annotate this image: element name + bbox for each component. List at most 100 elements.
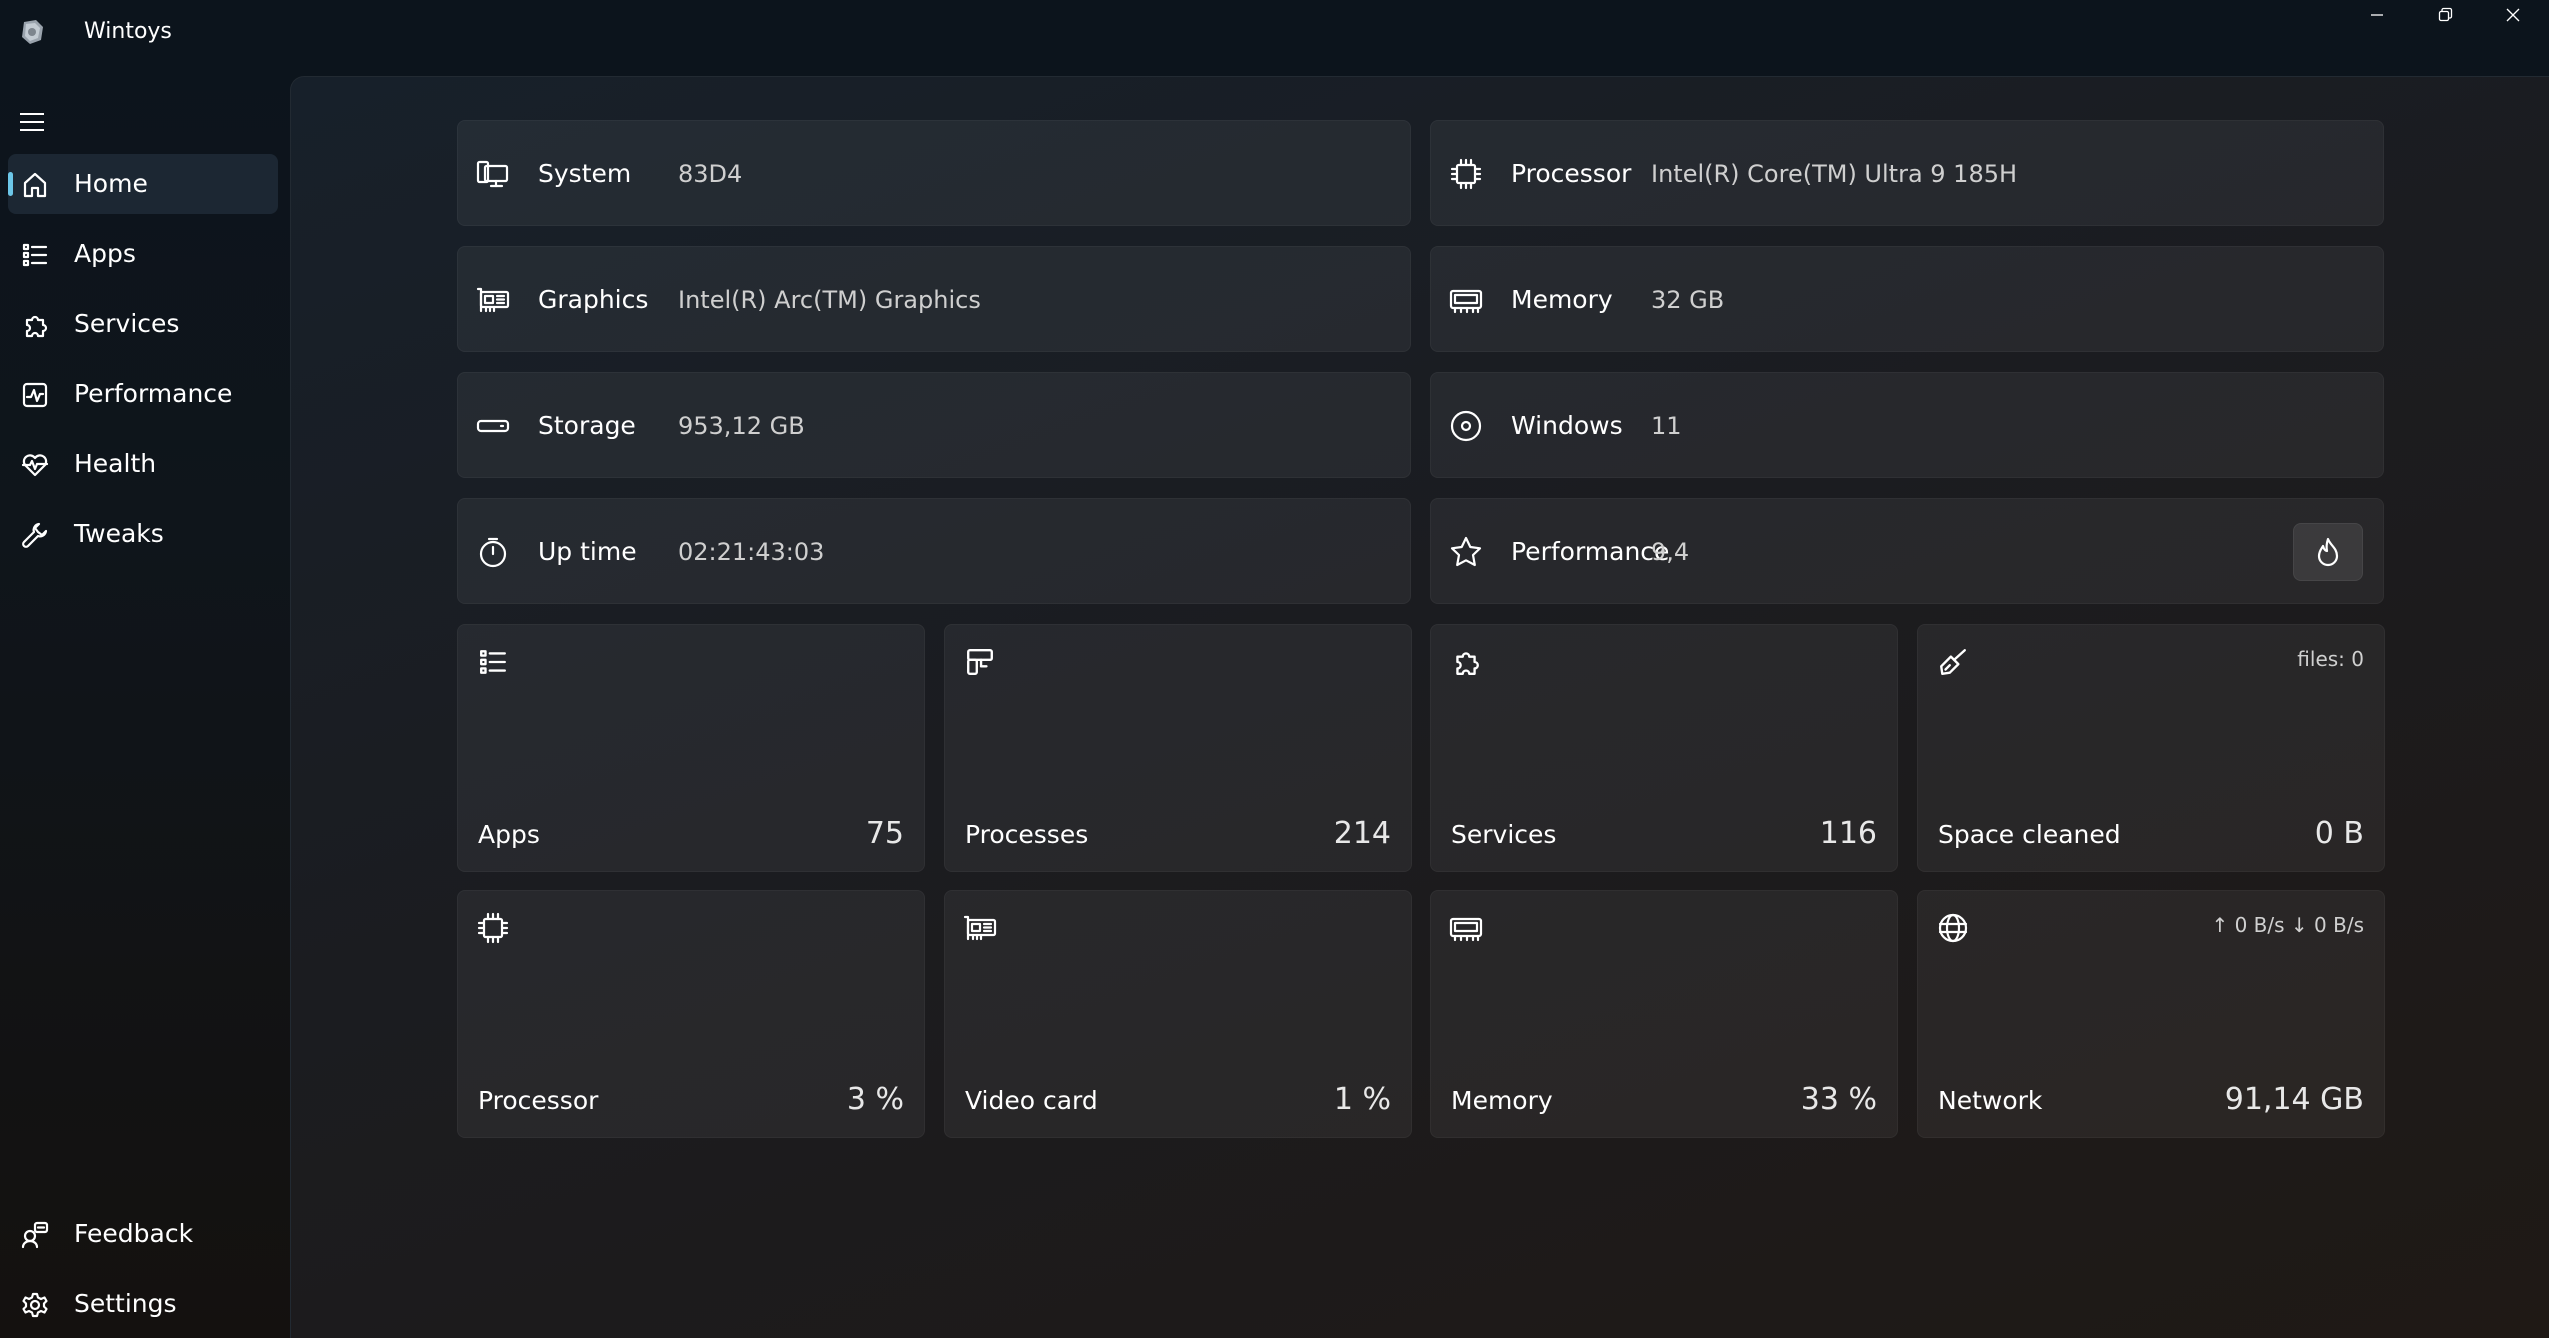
- info-label: Windows: [1511, 411, 1623, 440]
- star-icon: [1449, 536, 1483, 568]
- hamburger-icon: [20, 113, 44, 131]
- puzzle-icon: [20, 310, 50, 340]
- feedback-icon: [20, 1220, 50, 1250]
- cpu-icon: [476, 911, 510, 945]
- tile-value: 116: [1819, 816, 1877, 851]
- close-icon: [2506, 8, 2520, 22]
- heart-pulse-icon: [20, 450, 50, 480]
- pulse-icon: [20, 380, 50, 410]
- list-icon: [476, 645, 510, 679]
- tile-label: Video card: [965, 1086, 1098, 1115]
- tile-value: 33 %: [1800, 1082, 1877, 1117]
- disc-icon: [1449, 410, 1483, 442]
- info-card-uptime: Up time 02:21:43:03: [457, 498, 1411, 604]
- tile-services[interactable]: Services 116: [1430, 624, 1898, 872]
- tile-memory[interactable]: Memory 33 %: [1430, 890, 1898, 1138]
- minimize-button[interactable]: [2343, 0, 2411, 30]
- tile-space-cleaned[interactable]: files: 0 Space cleaned 0 B: [1917, 624, 2385, 872]
- tile-value: 3 %: [846, 1082, 904, 1117]
- sidebar-item-performance[interactable]: Performance: [8, 364, 278, 424]
- info-card-storage: Storage 953,12 GB: [457, 372, 1411, 478]
- menu-toggle-button[interactable]: [16, 106, 48, 138]
- tile-video-card[interactable]: Video card 1 %: [944, 890, 1412, 1138]
- info-card-processor: Processor Intel(R) Core(TM) Ultra 9 185H: [1430, 120, 2384, 226]
- tile-value: 75: [865, 816, 904, 851]
- sidebar-item-label: Services: [74, 309, 180, 338]
- sidebar-item-home[interactable]: Home: [8, 154, 278, 214]
- tile-value: 91,14 GB: [2224, 1082, 2364, 1117]
- sidebar-item-apps[interactable]: Apps: [8, 224, 278, 284]
- tile-value: 1 %: [1333, 1082, 1391, 1117]
- broom-icon: [1936, 645, 1970, 679]
- memory-icon: [1449, 284, 1483, 316]
- info-value: 83D4: [678, 160, 743, 188]
- run-benchmark-button[interactable]: [2293, 523, 2363, 581]
- info-card-performance: Performance 9,4: [1430, 498, 2384, 604]
- network-speed: ↑ 0 B/s ↓ 0 B/s: [2211, 913, 2364, 937]
- globe-icon: [1936, 911, 1970, 945]
- sidebar-item-label: Performance: [74, 379, 233, 408]
- gpu-icon: [963, 911, 997, 945]
- restore-button[interactable]: [2411, 0, 2479, 30]
- gpu-icon: [476, 284, 510, 316]
- tile-apps[interactable]: Apps 75: [457, 624, 925, 872]
- info-value: 953,12 GB: [678, 412, 805, 440]
- info-card-windows: Windows 11: [1430, 372, 2384, 478]
- app-window: Wintoys Home Apps Services Performance H…: [0, 0, 2549, 1338]
- tile-label: Processor: [478, 1086, 599, 1115]
- tile-value: 214: [1333, 816, 1391, 851]
- info-card-system: System 83D4: [457, 120, 1411, 226]
- info-label: System: [538, 159, 632, 188]
- sidebar-item-health[interactable]: Health: [8, 434, 278, 494]
- app-title: Wintoys: [84, 19, 172, 44]
- flame-icon: [2317, 537, 2339, 567]
- tile-label: Memory: [1451, 1086, 1553, 1115]
- cpu-icon: [1449, 158, 1483, 190]
- sidebar-item-settings[interactable]: Settings: [8, 1274, 278, 1334]
- info-label: Storage: [538, 411, 636, 440]
- drive-icon: [476, 410, 510, 442]
- info-value: 9,4: [1651, 538, 1690, 566]
- home-icon: [20, 170, 50, 200]
- tile-value: 0 B: [2314, 816, 2364, 851]
- tile-label: Processes: [965, 820, 1089, 849]
- info-label: Graphics: [538, 285, 649, 314]
- tile-label: Services: [1451, 820, 1557, 849]
- sidebar-item-services[interactable]: Services: [8, 294, 278, 354]
- tile-processes[interactable]: Processes 214: [944, 624, 1412, 872]
- info-label: Processor: [1511, 159, 1632, 188]
- info-card-memory: Memory 32 GB: [1430, 246, 2384, 352]
- info-value: 11: [1651, 412, 1682, 440]
- computer-icon: [476, 158, 510, 190]
- sidebar-item-label: Health: [74, 449, 157, 478]
- tile-network[interactable]: ↑ 0 B/s ↓ 0 B/s Network 91,14 GB: [1917, 890, 2385, 1138]
- info-value: 32 GB: [1651, 286, 1725, 314]
- title-bar: Wintoys: [0, 0, 2549, 66]
- main-content: System 83D4 Processor Intel(R) Core(TM) …: [290, 76, 2549, 1338]
- tile-label: Network: [1938, 1086, 2043, 1115]
- wrench-icon: [20, 520, 50, 550]
- sidebar-item-label: Settings: [74, 1289, 177, 1318]
- sidebar-item-label: Home: [74, 169, 148, 198]
- tile-label: Space cleaned: [1938, 820, 2121, 849]
- close-button[interactable]: [2479, 0, 2547, 30]
- info-value: Intel(R) Arc(TM) Graphics: [678, 286, 981, 314]
- info-card-graphics: Graphics Intel(R) Arc(TM) Graphics: [457, 246, 1411, 352]
- info-label: Memory: [1511, 285, 1613, 314]
- stopwatch-icon: [476, 536, 510, 568]
- info-label: Up time: [538, 537, 637, 566]
- sidebar-item-label: Apps: [74, 239, 136, 268]
- minimize-icon: [2371, 14, 2383, 16]
- sidebar-item-label: Tweaks: [74, 519, 164, 548]
- gear-icon: [20, 1290, 50, 1320]
- puzzle-icon: [1449, 645, 1483, 679]
- sidebar-item-tweaks[interactable]: Tweaks: [8, 504, 278, 564]
- tile-label: Apps: [478, 820, 540, 849]
- info-value: 02:21:43:03: [678, 538, 825, 566]
- info-value: Intel(R) Core(TM) Ultra 9 185H: [1651, 160, 2018, 188]
- sidebar-item-label: Feedback: [74, 1219, 194, 1248]
- app-logo-icon: [16, 16, 48, 48]
- sidebar-item-feedback[interactable]: Feedback: [8, 1204, 278, 1264]
- processes-icon: [963, 645, 997, 679]
- tile-processor[interactable]: Processor 3 %: [457, 890, 925, 1138]
